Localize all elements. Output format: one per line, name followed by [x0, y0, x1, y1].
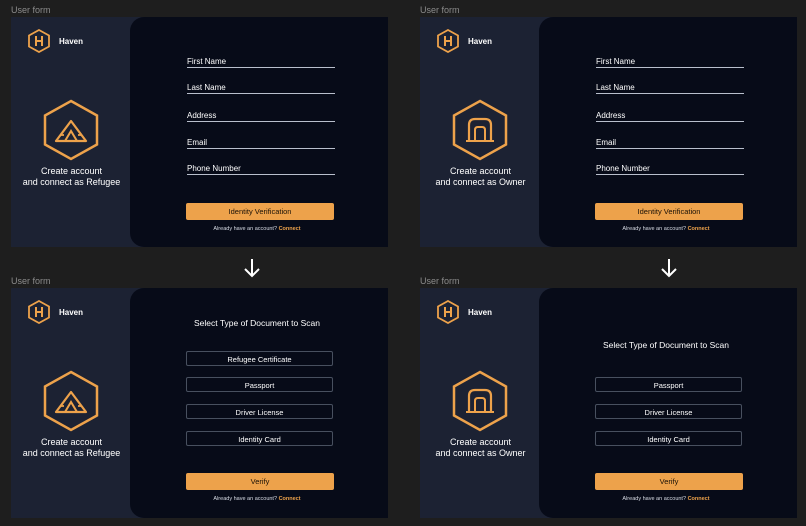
haven-logo-icon — [437, 29, 459, 53]
refugee-certificate-option[interactable]: Refugee Certificate — [186, 351, 333, 366]
passport-option[interactable]: Passport — [186, 377, 333, 392]
login-prompt: Already have an account? Connect — [213, 226, 301, 232]
driver-license-option[interactable]: Driver License — [186, 404, 333, 419]
refugee-caption: Create account and connect as Refugee — [22, 166, 121, 187]
brand: Haven — [436, 29, 492, 53]
haven-logo-icon — [437, 300, 459, 324]
identity-verification-button[interactable]: Identity Verification — [595, 203, 743, 220]
sidebar: Haven Create account and connect as Owne… — [420, 288, 541, 518]
login-prompt: Already have an account? Connect — [622, 226, 710, 232]
owner-caption: Create account and connect as Owner — [435, 166, 526, 187]
haven-logo-icon — [28, 29, 50, 53]
brand: Haven — [27, 29, 83, 53]
last-name-field[interactable]: Last Name — [596, 83, 744, 94]
refugee-scan-frame: Haven Create account and connect as Refu… — [11, 288, 388, 518]
scan-panel: Select Type of Document to Scan Passport… — [539, 288, 797, 518]
verify-button[interactable]: Verify — [595, 473, 743, 490]
house-icon — [452, 99, 508, 161]
connect-link[interactable]: Connect — [279, 226, 301, 232]
frame-label: User form — [11, 5, 51, 15]
owner-caption: Create account and connect as Owner — [435, 437, 526, 458]
form-panel: First Name Last Name Address Email Phone… — [130, 17, 388, 247]
scan-panel: Select Type of Document to Scan Refugee … — [130, 288, 388, 518]
sidebar: Haven Create account and connect as Owne… — [420, 17, 541, 247]
haven-logo-icon — [28, 300, 50, 324]
address-field[interactable]: Address — [596, 111, 744, 122]
arrow-down-icon — [661, 259, 677, 278]
login-prompt: Already have an account? Connect — [213, 496, 301, 502]
refugee-caption: Create account and connect as Refugee — [22, 437, 121, 458]
connect-link[interactable]: Connect — [279, 496, 301, 502]
driver-license-option[interactable]: Driver License — [595, 404, 742, 419]
tent-icon — [43, 99, 99, 161]
phone-number-field[interactable]: Phone Number — [187, 164, 335, 175]
brand-name: Haven — [468, 36, 493, 46]
identity-card-option[interactable]: Identity Card — [595, 431, 742, 446]
identity-card-option[interactable]: Identity Card — [186, 431, 333, 446]
identity-verification-button[interactable]: Identity Verification — [186, 203, 334, 220]
form-panel: First Name Last Name Address Email Phone… — [539, 17, 797, 247]
address-field[interactable]: Address — [187, 111, 335, 122]
last-name-field[interactable]: Last Name — [187, 83, 335, 94]
tent-icon — [43, 370, 99, 432]
login-prompt: Already have an account? Connect — [622, 496, 710, 502]
email-field[interactable]: Email — [596, 138, 744, 149]
brand-name: Haven — [59, 36, 84, 46]
email-field[interactable]: Email — [187, 138, 335, 149]
connect-link[interactable]: Connect — [688, 496, 710, 502]
owner-scan-frame: Haven Create account and connect as Owne… — [420, 288, 797, 518]
frame-label: User form — [420, 5, 460, 15]
brand: Haven — [436, 300, 492, 324]
verify-button[interactable]: Verify — [186, 473, 334, 490]
refugee-form-frame: Haven Create account and connect as Refu… — [11, 17, 388, 247]
frame-label: User form — [420, 276, 460, 286]
connect-link[interactable]: Connect — [688, 226, 710, 232]
house-icon — [452, 370, 508, 432]
frame-label: User form — [11, 276, 51, 286]
sidebar: Haven Create account and connect as Refu… — [11, 288, 132, 518]
owner-form-frame: Haven Create account and connect as Owne… — [420, 17, 797, 247]
sidebar: Haven Create account and connect as Refu… — [11, 17, 132, 247]
passport-option[interactable]: Passport — [595, 377, 742, 392]
brand-name: Haven — [59, 307, 84, 317]
first-name-field[interactable]: First Name — [596, 57, 744, 68]
brand-name: Haven — [468, 307, 493, 317]
phone-number-field[interactable]: Phone Number — [596, 164, 744, 175]
scan-title: Select Type of Document to Scan — [194, 318, 320, 328]
scan-title: Select Type of Document to Scan — [603, 340, 729, 350]
brand: Haven — [27, 300, 83, 324]
first-name-field[interactable]: First Name — [187, 57, 335, 68]
arrow-down-icon — [244, 259, 260, 278]
